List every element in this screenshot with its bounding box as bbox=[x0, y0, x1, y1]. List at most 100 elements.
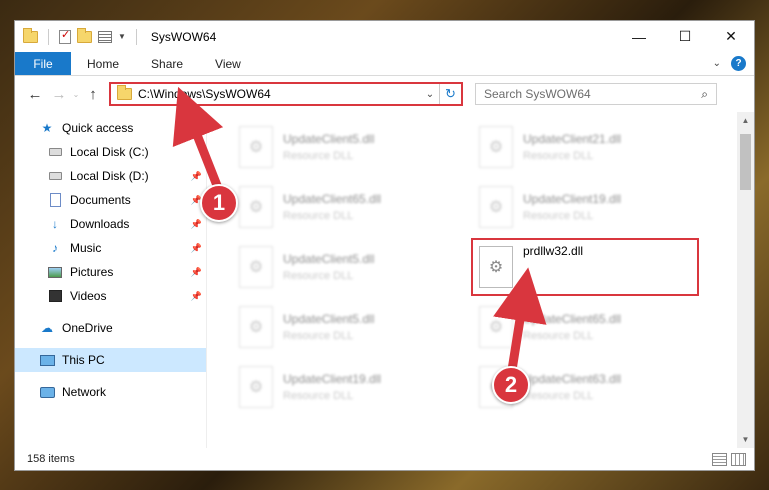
file-type: Resource DLL bbox=[283, 330, 354, 342]
file-item[interactable]: ⚙ UpdateClient19.dll Resource DLL bbox=[233, 358, 461, 416]
customize-toolbar-chevron-icon[interactable]: ▼ bbox=[118, 32, 126, 41]
drive-icon bbox=[48, 172, 62, 180]
file-list: ⚙ UpdateClient5.dll Resource DLL ⚙ Updat… bbox=[207, 112, 754, 448]
sidebar-item-label: Downloads bbox=[70, 217, 130, 231]
scroll-down-arrow-icon[interactable]: ▼ bbox=[737, 431, 754, 448]
file-item[interactable]: ⚙ UpdateClient5.dll Resource DLL bbox=[233, 118, 461, 176]
address-path[interactable]: C:\Windows\SysWOW64 bbox=[138, 87, 271, 101]
file-explorer-window: ▼ SysWOW64 — ☐ ✕ File Home Share View ⌄ … bbox=[14, 20, 755, 471]
sidebar-item-label: Documents bbox=[70, 193, 131, 207]
file-item[interactable]: ⚙ UpdateClient5.dll Resource DLL bbox=[233, 238, 461, 296]
file-type: Resource DLL bbox=[283, 210, 354, 222]
file-name: UpdateClient65.dll bbox=[283, 192, 382, 206]
toolbar-divider bbox=[48, 28, 49, 45]
pin-icon[interactable]: 📌 bbox=[191, 243, 202, 254]
dll-file-icon: ⚙ bbox=[479, 246, 513, 288]
close-button[interactable]: ✕ bbox=[708, 21, 754, 52]
sidebar-item-local-disk-c[interactable]: Local Disk (C:) bbox=[15, 140, 206, 164]
dll-file-icon: ⚙ bbox=[479, 306, 513, 348]
downloads-icon: ↓ bbox=[52, 217, 58, 231]
pictures-icon bbox=[48, 266, 62, 278]
sidebar-item-label: Quick access bbox=[62, 121, 134, 135]
network-icon bbox=[39, 386, 55, 398]
pin-icon[interactable]: 📌 bbox=[191, 219, 202, 230]
address-row: ← → ⌄ ↑ C:\Windows\SysWOW64 ⌄ ↻ Search S… bbox=[15, 76, 754, 112]
recent-locations-chevron-icon[interactable]: ⌄ bbox=[71, 90, 81, 99]
dll-file-icon: ⚙ bbox=[479, 126, 513, 168]
file-item[interactable]: ⚙ UpdateClient5.dll Resource DLL bbox=[233, 298, 461, 356]
address-dropdown-chevron-icon[interactable]: ⌄ bbox=[421, 89, 439, 100]
title-bar: ▼ SysWOW64 — ☐ ✕ bbox=[15, 21, 754, 52]
file-type: Resource DLL bbox=[523, 210, 594, 222]
file-type: Resource DLL bbox=[283, 390, 354, 402]
dll-file-icon: ⚙ bbox=[239, 186, 273, 228]
scroll-up-arrow-icon[interactable]: ▲ bbox=[737, 112, 754, 129]
address-bar[interactable]: C:\Windows\SysWOW64 ⌄ ↻ bbox=[109, 82, 463, 106]
tab-home[interactable]: Home bbox=[71, 52, 135, 75]
up-arrow-icon[interactable]: ↑ bbox=[81, 86, 105, 103]
dll-file-icon: ⚙ bbox=[239, 126, 273, 168]
large-icons-view-icon[interactable] bbox=[731, 452, 746, 466]
new-folder-icon[interactable] bbox=[77, 27, 92, 43]
refresh-icon[interactable]: ↻ bbox=[439, 84, 461, 104]
help-icon[interactable]: ? bbox=[731, 56, 746, 71]
details-view-icon[interactable] bbox=[712, 452, 727, 466]
file-type: Resource DLL bbox=[283, 150, 354, 162]
file-item[interactable]: ⚙ UpdateClient21.dll Resource DLL bbox=[473, 118, 701, 176]
tab-share[interactable]: Share bbox=[135, 52, 199, 75]
back-arrow-icon[interactable]: ← bbox=[23, 86, 47, 103]
sidebar-item-network[interactable]: Network bbox=[15, 380, 206, 404]
pin-icon[interactable]: 📌 bbox=[191, 171, 202, 182]
file-item[interactable]: ⚙ UpdateClient19.dll Resource DLL bbox=[473, 178, 701, 236]
step-badge-1: 1 bbox=[200, 184, 238, 222]
dll-file-icon: ⚙ bbox=[479, 186, 513, 228]
tab-file[interactable]: File bbox=[15, 52, 71, 75]
sidebar-item-pictures[interactable]: Pictures 📌 bbox=[15, 260, 206, 284]
sidebar-item-documents[interactable]: Documents 📌 bbox=[15, 188, 206, 212]
pin-icon[interactable]: 📌 bbox=[191, 267, 202, 278]
file-item-prdllw32[interactable]: ⚙ prdllw32.dll bbox=[471, 238, 699, 296]
view-toggle bbox=[712, 452, 754, 466]
dll-file-icon: ⚙ bbox=[239, 306, 273, 348]
file-type: Resource DLL bbox=[523, 330, 594, 342]
scroll-thumb[interactable] bbox=[740, 134, 751, 190]
dll-file-icon: ⚙ bbox=[239, 246, 273, 288]
minimize-button[interactable]: — bbox=[616, 21, 662, 52]
sidebar-item-quick-access[interactable]: ★ Quick access bbox=[15, 116, 206, 140]
sidebar-item-label: Music bbox=[70, 241, 102, 255]
sidebar-item-onedrive[interactable]: ☁ OneDrive bbox=[15, 316, 206, 340]
expand-ribbon-chevron-icon[interactable]: ⌄ bbox=[713, 58, 721, 69]
file-item[interactable]: ⚙ UpdateClient65.dll Resource DLL bbox=[473, 298, 701, 356]
sidebar-item-label: OneDrive bbox=[62, 321, 113, 335]
sidebar-item-downloads[interactable]: ↓ Downloads 📌 bbox=[15, 212, 206, 236]
drive-icon bbox=[48, 148, 62, 156]
sidebar-item-music[interactable]: ♪ Music 📌 bbox=[15, 236, 206, 260]
documents-icon bbox=[49, 193, 61, 207]
pin-icon[interactable]: 📌 bbox=[191, 291, 202, 302]
properties-icon[interactable] bbox=[98, 30, 112, 43]
sidebar-item-this-pc[interactable]: This PC bbox=[15, 348, 206, 372]
tab-view[interactable]: View bbox=[199, 52, 257, 75]
file-item[interactable]: ⚙ UpdateClient65.dll Resource DLL bbox=[233, 178, 461, 236]
search-placeholder: Search SysWOW64 bbox=[484, 87, 591, 101]
search-input[interactable]: Search SysWOW64 ⌕ bbox=[475, 83, 717, 105]
status-bar: 158 items bbox=[15, 448, 754, 470]
search-icon: ⌕ bbox=[701, 86, 708, 101]
sidebar-item-videos[interactable]: Videos 📌 bbox=[15, 284, 206, 308]
file-name: UpdateClient19.dll bbox=[523, 192, 622, 206]
sidebar-item-label: Pictures bbox=[70, 265, 114, 279]
properties-check-icon[interactable] bbox=[59, 28, 71, 44]
music-icon: ♪ bbox=[52, 241, 58, 255]
window-title: SysWOW64 bbox=[150, 29, 217, 44]
sidebar-item-local-disk-d[interactable]: Local Disk (D:) 📌 bbox=[15, 164, 206, 188]
vertical-scrollbar[interactable]: ▲ ▼ bbox=[737, 112, 754, 448]
maximize-button[interactable]: ☐ bbox=[662, 21, 708, 52]
ribbon-right-controls: ⌄ ? bbox=[713, 52, 754, 75]
computer-icon bbox=[39, 354, 55, 366]
toolbar-divider bbox=[135, 28, 137, 45]
dll-file-icon: ⚙ bbox=[239, 366, 273, 408]
file-name: UpdateClient5.dll bbox=[283, 132, 375, 146]
forward-arrow-icon[interactable]: → bbox=[47, 86, 71, 103]
file-name: UpdateClient21.dll bbox=[523, 132, 622, 146]
sidebar-item-label: Local Disk (D:) bbox=[70, 169, 149, 183]
